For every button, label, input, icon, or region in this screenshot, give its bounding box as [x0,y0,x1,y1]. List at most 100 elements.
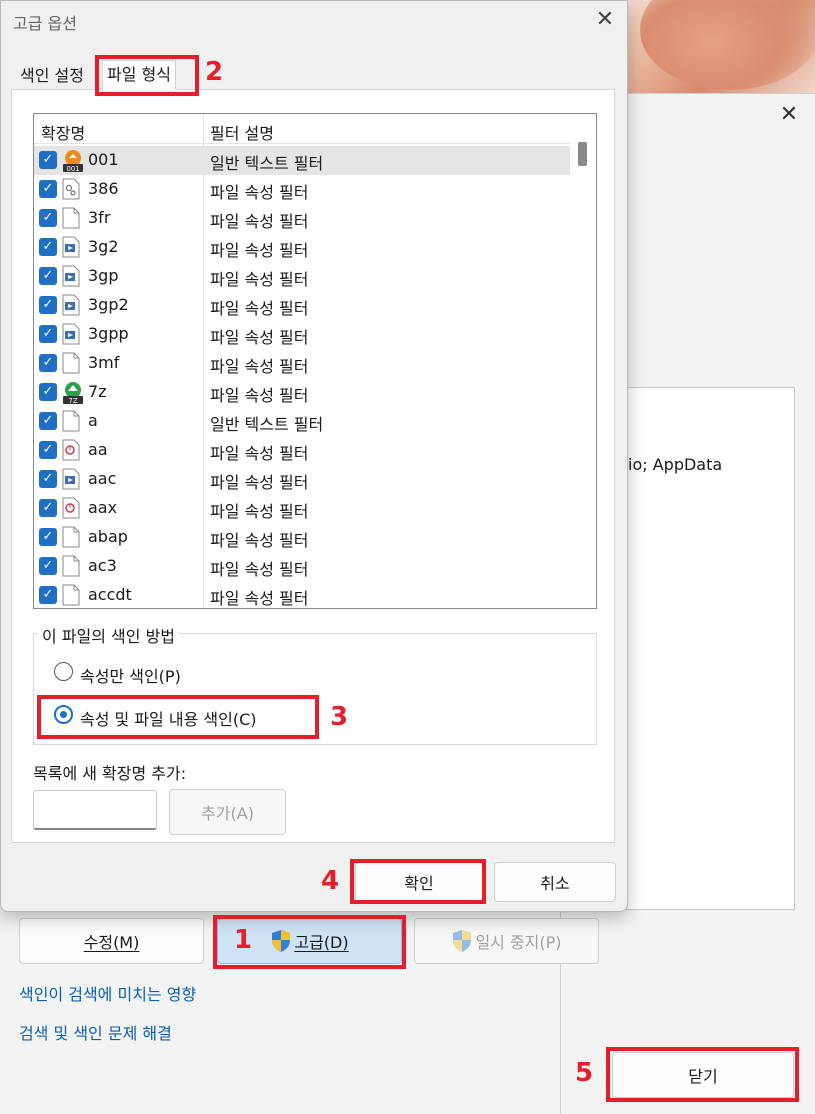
list-row[interactable]: ✓ 3g2 파일 속성 필터 [34,233,570,262]
column-header-filter[interactable]: 필터 설명 [210,120,274,144]
row-filter: 일반 텍스트 필터 [210,154,324,173]
row-checkbox[interactable]: ✓ [39,557,57,575]
row-checkbox[interactable]: ✓ [39,238,57,256]
row-checkbox[interactable]: ✓ [39,267,57,285]
radio-props-only-label[interactable]: 속성만 색인(P) [80,663,181,687]
row-extension: abap [88,527,128,546]
row-filter: 파일 속성 필터 [210,444,309,463]
modify-button[interactable]: 수정(M) [19,918,204,964]
uac-shield-icon [272,930,291,952]
list-row[interactable]: ✓ 3gp2 파일 속성 필터 [34,291,570,320]
list-row[interactable]: ✓ a 일반 텍스트 필터 [34,407,570,436]
list-row[interactable]: ✓ 7Z 7z 파일 속성 필터 [34,378,570,407]
link-indexing-effect[interactable]: 색인이 검색에 미치는 영향 [19,981,196,1005]
row-extension: 3gp [88,266,119,285]
row-filter: 파일 속성 필터 [210,473,309,492]
row-checkbox[interactable]: ✓ [39,180,57,198]
row-extension: 3gp2 [88,295,129,314]
list-row[interactable]: ✓ 3fr 파일 속성 필터 [34,204,570,233]
scrollbar-thumb[interactable] [578,142,587,166]
ok-button[interactable]: 확인 [355,862,483,902]
list-row[interactable]: ✓ 3gp 파일 속성 필터 [34,262,570,291]
row-filter: 파일 속성 필터 [210,386,309,405]
video-file-icon [62,294,82,317]
row-filter: 파일 속성 필터 [210,589,309,608]
modify-button-label: 수정(M) [83,933,140,952]
row-filter: 파일 속성 필터 [210,531,309,550]
row-filter: 파일 속성 필터 [210,183,309,202]
radio-props-and-content[interactable] [54,705,73,724]
list-scrollbar[interactable] [570,114,596,608]
row-checkbox[interactable]: ✓ [39,296,57,314]
uac-shield-icon-disabled [453,930,472,952]
row-checkbox[interactable]: ✓ [39,151,57,169]
archive-001-icon: 001 [62,149,83,173]
row-extension: 3g2 [88,237,119,256]
pause-button[interactable]: 일시 중지(P) [414,918,599,964]
row-checkbox[interactable]: ✓ [39,325,57,343]
annotation-number-2: 2 [205,57,224,87]
row-filter: 파일 속성 필터 [210,502,309,521]
row-filter: 파일 속성 필터 [210,357,309,376]
row-extension: ac3 [88,556,117,575]
row-filter: 일반 텍스트 필터 [210,415,324,434]
list-row[interactable]: ✓ aac 파일 속성 필터 [34,465,570,494]
dialog-close-icon[interactable]: ✕ [593,7,617,35]
row-extension: 001 [88,150,119,169]
audio-file-icon [62,439,82,462]
row-checkbox[interactable]: ✓ [39,354,57,372]
list-row[interactable]: ✓ 3mf 파일 속성 필터 [34,349,570,378]
list-row[interactable]: ✓ 001 001 일반 텍스트 필터 [34,146,570,175]
gear-file-icon [62,178,82,201]
list-row[interactable]: ✓ aa 파일 속성 필터 [34,436,570,465]
row-checkbox[interactable]: ✓ [39,441,57,459]
blank-file-icon [62,207,82,230]
list-row[interactable]: ✓ accdt 파일 속성 필터 [34,581,570,608]
row-extension: 386 [88,179,119,198]
row-checkbox[interactable]: ✓ [39,412,57,430]
cancel-button-label: 취소 [540,874,570,893]
video-file-icon [62,236,82,259]
tab-file-types[interactable]: 파일 형식 [102,60,176,90]
indexed-locations-text: io; AppData [628,455,723,474]
row-extension: a [88,411,98,430]
file-type-list[interactable]: 확장명 필터 설명 ✓ 001 001 일반 텍스트 필터 ✓ 386 파일 속성 필터 ✓ 3… [33,113,597,609]
annotation-number-1: 1 [234,925,253,955]
list-row[interactable]: ✓ 3gpp 파일 속성 필터 [34,320,570,349]
pause-button-label: 일시 중지(P) [475,933,562,952]
video-file-icon [62,323,82,346]
video-file-icon [62,265,82,288]
row-checkbox[interactable]: ✓ [39,383,57,401]
list-row[interactable]: ✓ ac3 파일 속성 필터 [34,552,570,581]
radio-props-and-content-label[interactable]: 속성 및 파일 내용 색인(C) [80,706,256,730]
annotation-number-5: 5 [575,1058,594,1088]
row-checkbox[interactable]: ✓ [39,499,57,517]
ok-button-label: 확인 [404,874,434,893]
list-row[interactable]: ✓ abap 파일 속성 필터 [34,523,570,552]
row-checkbox[interactable]: ✓ [39,586,57,604]
video-file-icon [62,468,82,491]
row-checkbox[interactable]: ✓ [39,209,57,227]
cancel-button[interactable]: 취소 [494,862,616,902]
link-troubleshoot[interactable]: 검색 및 색인 문제 해결 [19,1020,172,1044]
svg-text:001: 001 [66,165,79,173]
close-button[interactable]: 닫기 [612,1052,794,1098]
close-button-label: 닫기 [688,1067,718,1086]
back-window-close-icon[interactable]: ✕ [776,102,802,128]
blank-file-icon [62,584,82,607]
list-row[interactable]: ✓ aax 파일 속성 필터 [34,494,570,523]
radio-props-only[interactable] [54,662,73,681]
column-header-extension[interactable]: 확장명 [41,120,85,144]
list-row[interactable]: ✓ 386 파일 속성 필터 [34,175,570,204]
row-filter: 파일 속성 필터 [210,241,309,260]
7z-archive-icon: 7Z [62,381,83,405]
row-filter: 파일 속성 필터 [210,560,309,579]
row-extension: aac [88,469,117,488]
row-checkbox[interactable]: ✓ [39,470,57,488]
row-extension: aax [88,498,118,517]
tab-index-settings[interactable]: 색인 설정 [20,62,84,86]
row-extension: 3fr [88,208,111,227]
row-checkbox[interactable]: ✓ [39,528,57,546]
add-extension-button[interactable]: 추가(A) [169,789,286,835]
add-extension-input[interactable] [33,790,157,830]
